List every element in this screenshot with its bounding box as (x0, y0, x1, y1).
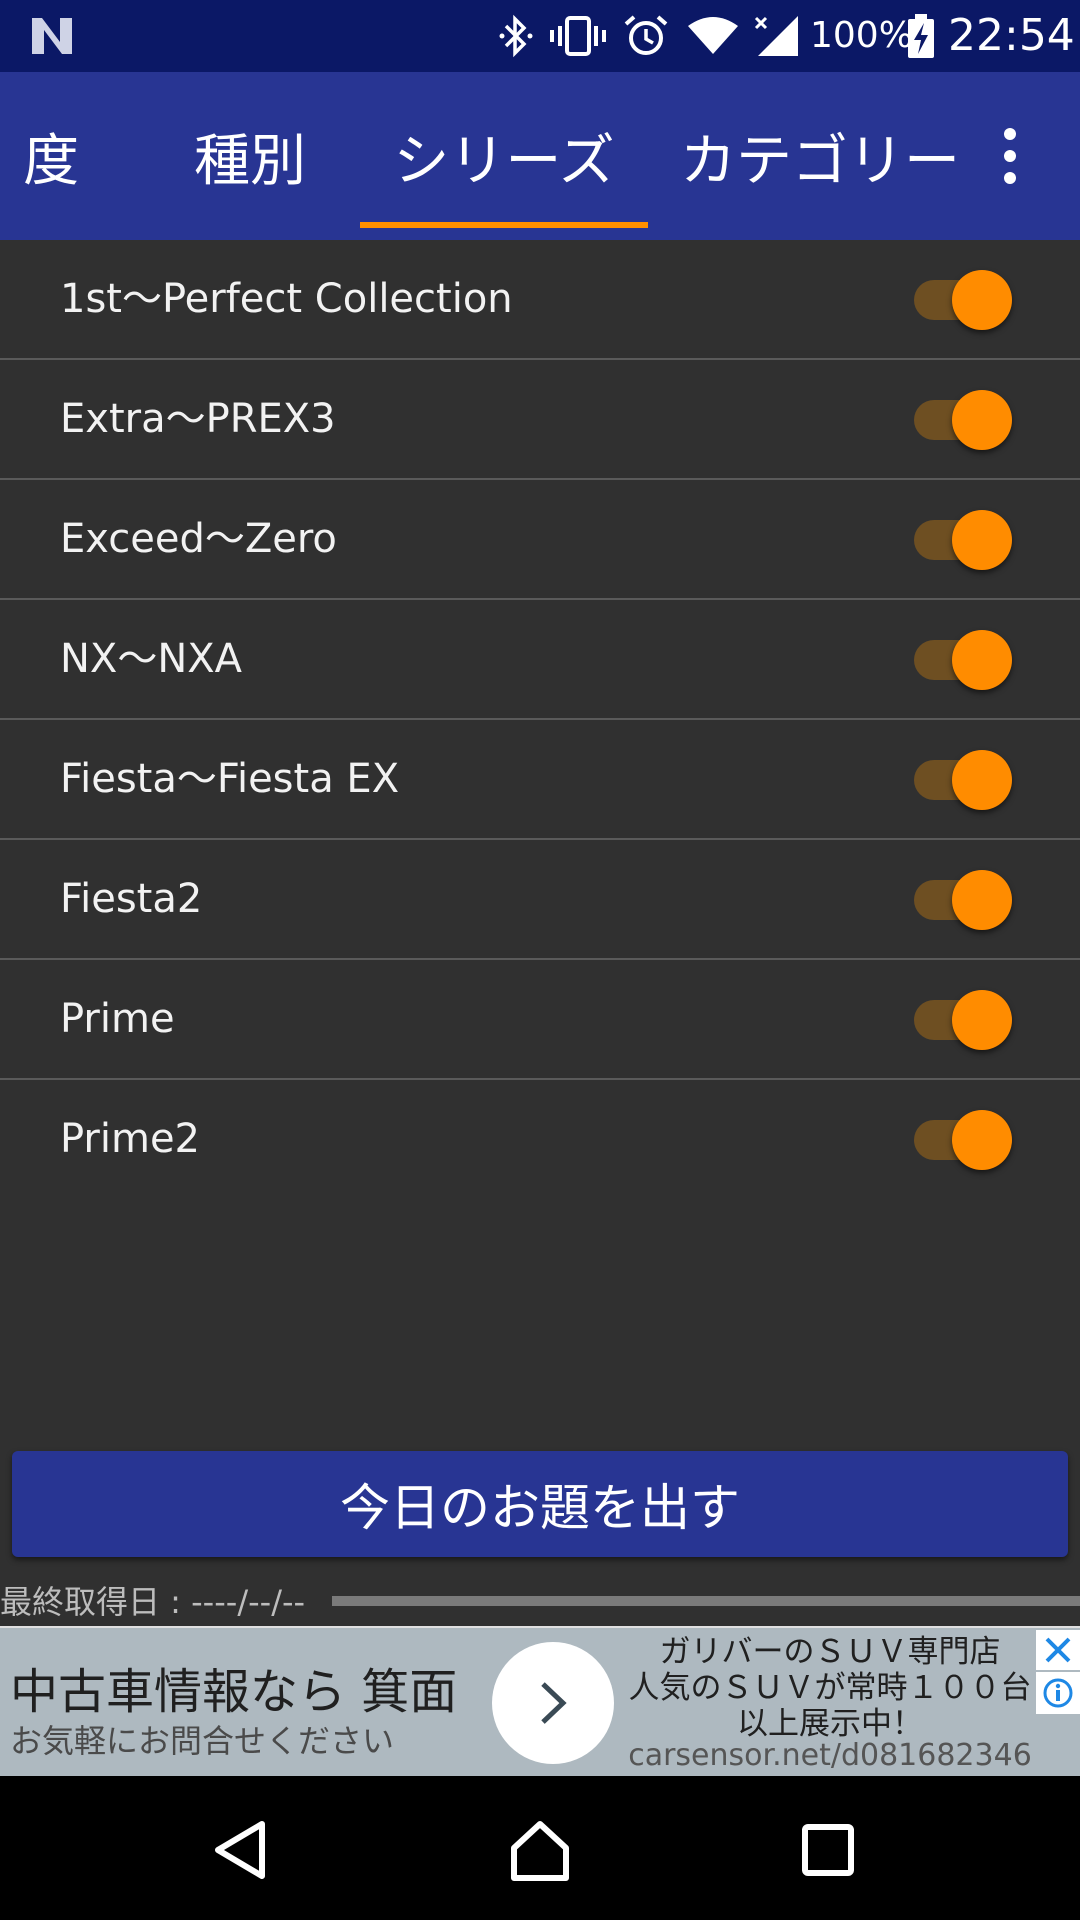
back-button[interactable] (190, 1800, 290, 1900)
list-item: Prime2 (0, 1080, 1080, 1200)
ad-promo-line: 人気のＳＵＶが常時１００台 (628, 1670, 1032, 1706)
wifi-icon (688, 17, 738, 54)
series-list: 1st〜Perfect Collection Extra〜PREX3 Excee… (0, 240, 1080, 1626)
back-icon (215, 1821, 265, 1879)
series-toggle[interactable] (912, 990, 1012, 1050)
ad-info-button[interactable] (1036, 1672, 1080, 1714)
n-logo-icon (32, 18, 72, 54)
signal-icon (754, 16, 798, 56)
home-icon (511, 1821, 569, 1881)
series-toggle[interactable] (912, 510, 1012, 570)
series-toggle[interactable] (912, 750, 1012, 810)
bluetooth-icon (499, 14, 533, 58)
ad-promo-line: ガリバーのＳＵＶ専門店 (659, 1634, 1001, 1670)
close-icon (1045, 1637, 1071, 1663)
list-item: Extra〜PREX3 (0, 360, 1080, 480)
status-bar: 100% 22:54 (0, 0, 1080, 72)
series-toggle[interactable] (912, 1110, 1012, 1170)
more-vert-icon[interactable] (990, 128, 1030, 184)
ad-open-button[interactable] (492, 1642, 614, 1764)
ad-headline: 中古車情報なら 箕面 (10, 1664, 458, 1720)
list-item: NX〜NXA (0, 600, 1080, 720)
tab-type[interactable]: 種別 (150, 72, 350, 240)
list-item: Exceed〜Zero (0, 480, 1080, 600)
series-label: 1st〜Perfect Collection (60, 276, 513, 322)
series-toggle[interactable] (912, 630, 1012, 690)
home-button[interactable] (490, 1800, 590, 1900)
series-label: Prime2 (60, 1116, 200, 1162)
tab-category[interactable]: カテゴリー (660, 72, 980, 240)
tab-difficulty[interactable]: 度 (0, 72, 116, 240)
series-toggle[interactable] (912, 390, 1012, 450)
battery-percentage: 100% (810, 15, 913, 56)
ad-subline: お気軽にお問合せください (10, 1722, 395, 1760)
navigation-bar (0, 1776, 1080, 1920)
list-item: Prime (0, 960, 1080, 1080)
series-label: Extra〜PREX3 (60, 396, 336, 442)
series-toggle[interactable] (912, 270, 1012, 330)
ad-promo-line: 以上展示中！ (737, 1706, 923, 1742)
list-item: Fiesta〜Fiesta EX (0, 720, 1080, 840)
list-item: Fiesta2 (0, 840, 1080, 960)
recents-icon (802, 1824, 854, 1876)
series-label: Prime (60, 996, 175, 1042)
series-label: NX〜NXA (60, 636, 243, 682)
tab-series[interactable]: シリーズ (360, 72, 648, 240)
ad-banner[interactable]: 中古車情報なら 箕面 お気軽にお問合せください ガリバーのＳＵＶ専門店 人気のＳ… (0, 1626, 1080, 1776)
list-item: 1st〜Perfect Collection (0, 240, 1080, 360)
alarm-icon (624, 15, 668, 55)
ad-promo-text: ガリバーのＳＵＶ専門店 人気のＳＵＶが常時１００台 以上展示中！ (620, 1634, 1040, 1742)
series-label: Fiesta〜Fiesta EX (60, 756, 400, 802)
tab-bar: 度 種別 シリーズ カテゴリー (0, 72, 1080, 240)
chevron-right-icon (541, 1682, 567, 1724)
series-label: Exceed〜Zero (60, 516, 337, 562)
series-label: Fiesta2 (60, 876, 203, 922)
vibrate-icon (550, 16, 606, 56)
battery-charging-icon (908, 14, 934, 58)
series-toggle[interactable] (912, 870, 1012, 930)
recents-button[interactable] (778, 1800, 878, 1900)
ad-url: carsensor.net/d081682346 (628, 1738, 1032, 1773)
get-todays-theme-button[interactable]: 今日のお題を出す (12, 1451, 1068, 1557)
fetch-progress-bar (332, 1596, 1080, 1606)
info-icon (1043, 1678, 1073, 1708)
tab-selection-indicator (360, 222, 648, 228)
clock: 22:54 (948, 10, 1075, 61)
ad-close-button[interactable] (1036, 1630, 1080, 1670)
last-fetch-date: 最終取得日 : ----/--/-- (0, 1583, 306, 1621)
